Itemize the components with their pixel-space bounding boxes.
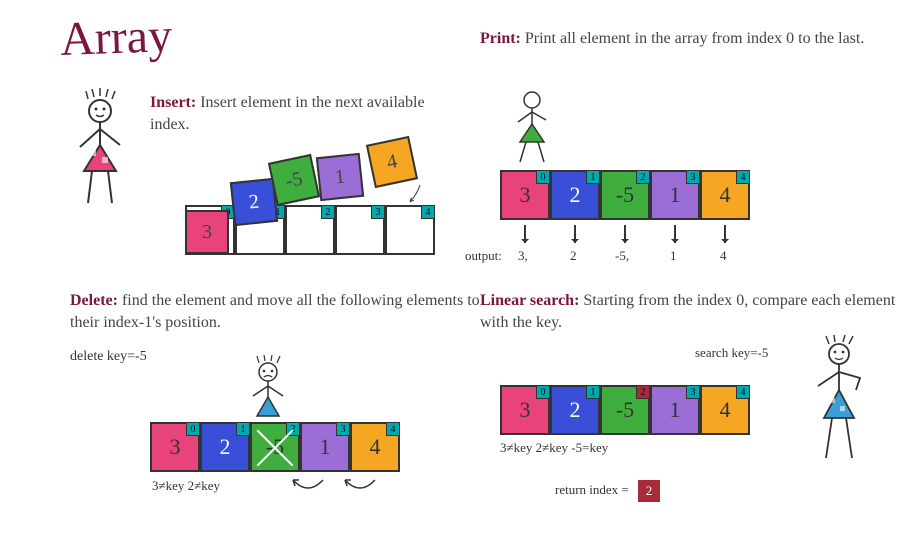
print-op-label: Print: [480,30,521,47]
insert-op-label: Insert: [150,94,196,111]
index-label: 0 [186,422,200,436]
array-cell: 13 [650,385,700,435]
array-cell: -52 [600,385,650,435]
return-index-box: 2 [638,480,660,502]
cell-value: 4 [720,397,731,423]
down-arrow-icon [624,225,626,243]
cell-value: 4 [370,434,381,460]
cell-value: 1 [320,434,331,460]
array-cell: 21 [550,170,600,220]
cell-value: 3 [520,182,531,208]
cell-value: -5 [616,397,634,423]
index-label: 1 [586,385,600,399]
array-cell: -52 [600,170,650,220]
cell-value: 2 [220,434,231,460]
array-cell: -52 [250,422,300,472]
insert-float-cell: -5 [268,154,320,206]
shift-arrow-icon [288,478,328,498]
delete-section: Delete: find the element and move all th… [70,290,490,365]
array-cell: 21 [200,422,250,472]
cell-value: 4 [720,182,731,208]
insert-base-cell: 2 [285,205,335,255]
index-label: 4 [736,385,750,399]
output-value: 4 [720,248,727,264]
insert-float-cell: 4 [366,136,418,188]
array-cell: 44 [700,170,750,220]
array-cell: 30 [500,170,550,220]
return-line: return index = 2 [555,480,660,502]
array-cell: 13 [650,170,700,220]
character-figure-1 [70,95,130,215]
output-value: 3, [518,248,528,264]
cell-value: 2 [570,182,581,208]
down-arrow-icon [724,225,726,243]
index-label: 4 [386,422,400,436]
insert-float-cell: 3 [185,210,229,254]
down-arrow-icon [674,225,676,243]
cell-value: -5 [616,182,634,208]
down-arrow-icon [574,225,576,243]
search-key-label: search key=-5 [695,345,768,361]
delete-array: 30 21 -52 13 44 [150,422,400,472]
search-op-label: Linear search: [480,292,579,309]
search-array: 30 21 -52 13 44 [500,385,750,435]
index-label: 1 [586,170,600,184]
output-value: 1 [670,248,677,264]
index-label: 2 [636,385,650,399]
array-cell: 30 [150,422,200,472]
print-desc: Print all element in the array from inde… [525,30,864,47]
index-label: 2 [321,205,335,219]
print-heading: Print: Print all element in the array fr… [480,28,900,50]
array-cell: 21 [550,385,600,435]
output-label: output: [465,248,502,264]
insert-base-cell: 3 [335,205,385,255]
insert-heading: Insert: Insert element in the next avail… [150,92,450,137]
cell-value: 3 [170,434,181,460]
page-title: Array [59,8,173,67]
index-label: 3 [336,422,350,436]
cell-value: 3 [520,397,531,423]
index-label: 4 [736,170,750,184]
delete-annotation: 3≠key 2≠key [152,478,220,494]
shift-arrow-icon [340,478,380,498]
insert-section: Insert: Insert element in the next avail… [150,92,450,137]
character-figure-2 [510,90,554,170]
return-label: return index = [555,482,629,497]
index-label: 3 [371,205,385,219]
print-array: 30 21 -52 13 44 [500,170,750,220]
index-label: 2 [636,170,650,184]
insert-arrow-icon [400,185,440,205]
output-value: -5, [615,248,629,264]
index-label: 3 [686,170,700,184]
print-section: Print: Print all element in the array fr… [480,28,900,50]
delete-desc: find the element and move all the follow… [70,292,480,331]
index-label: 2 [286,422,300,436]
insert-base-cell: 4 [385,205,435,255]
search-heading: Linear search: Starting from the index 0… [480,290,900,335]
cell-value: 1 [670,397,681,423]
array-cell: 44 [350,422,400,472]
delete-heading: Delete: find the element and move all th… [70,290,490,335]
insert-float-cell: 1 [316,153,364,201]
search-annotation: 3≠key 2≠key -5=key [500,440,608,456]
output-value: 2 [570,248,577,264]
index-label: 0 [536,170,550,184]
index-label: 1 [236,422,250,436]
index-label: 4 [421,205,435,219]
character-figure-4 [812,340,867,470]
index-label: 0 [536,385,550,399]
array-cell: 30 [500,385,550,435]
cell-value: -5 [266,434,284,460]
delete-op-label: Delete: [70,292,118,309]
insert-float-cell: 2 [230,178,278,226]
array-cell: 44 [700,385,750,435]
index-label: 3 [686,385,700,399]
character-figure-3 [245,360,291,430]
cell-value: 2 [570,397,581,423]
down-arrow-icon [524,225,526,243]
cell-value: 1 [670,182,681,208]
array-cell: 13 [300,422,350,472]
search-section: Linear search: Starting from the index 0… [480,290,900,335]
